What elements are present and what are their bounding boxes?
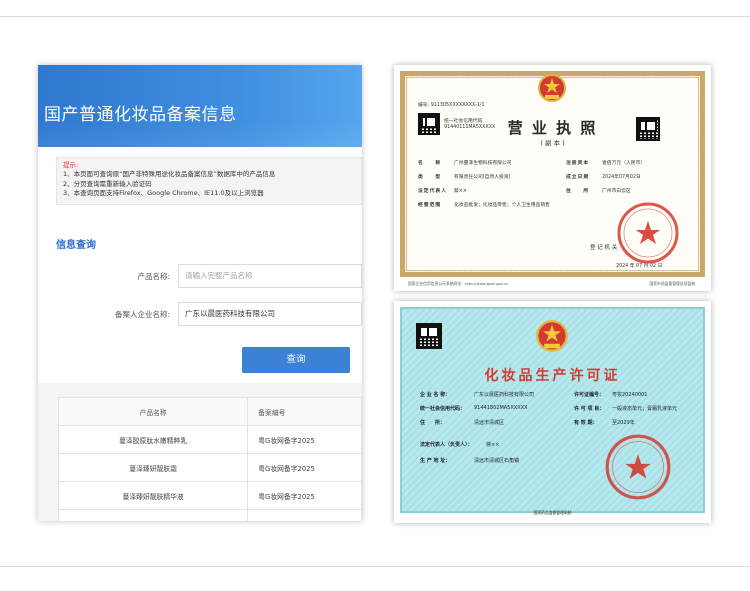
page-banner: 国产普通化妆品备案信息 (38, 65, 362, 147)
cos-row-value: 清远市清城区 (474, 420, 505, 426)
results-area: 产品名称 备案编号 蔓泽胶原肽水嫩精粹乳 粤G妆网备字2025 蔓泽臻妍靓肤霜 … (38, 383, 362, 521)
capital-label: 注册资本 (566, 161, 590, 166)
table-row (57, 509, 362, 521)
cos-row-label: 统一社会信用代码： (420, 406, 466, 412)
license-number-label: 许可证编号： (574, 392, 605, 398)
license-items-label: 许 可 项 目： (574, 406, 605, 412)
tip-item: 3、本查询页面支持Firefox、Google Chrome、IE11.0及以上… (63, 189, 264, 198)
tips-label: 提示: (63, 161, 79, 169)
legal-rep-label: 法定代表人 (418, 189, 447, 194)
product-name-label: 产品名称: (137, 272, 170, 281)
results-table: 产品名称 备案编号 蔓泽胶原肽水嫩精粹乳 粤G妆网备字2025 蔓泽臻妍靓肤霜 … (57, 397, 362, 521)
license-items-value: 一般液态单元；膏霜乳液单元 (612, 406, 678, 412)
table-row[interactable]: 蔓泽臻妍靓肤霜 粤G妆网备字2025 (57, 453, 362, 482)
name-value: 广州蔓泽生物科技有限公司 (454, 161, 512, 166)
cos-row-value: 徐×× (486, 442, 500, 448)
capital-value: 壹佰万元（人民币） (602, 161, 646, 166)
cos-row-label: 生 产 地 址： (420, 458, 451, 464)
table-row[interactable]: 蔓泽臻妍靓肤精华液 粤G妆网备字2025 (57, 481, 362, 510)
license-title: 营 业 执 照 (507, 119, 598, 137)
cell-product-name: 蔓泽胶原肽水嫩精粹乳 (57, 425, 249, 454)
address-label: 住 所 (566, 189, 590, 194)
address-value: 广州市白云区 (602, 189, 631, 194)
page: 国产普通化妆品备案信息 提示: 1、本页面可查询原“国产非特殊用途化妆品备案信息… (0, 0, 750, 591)
tip-item: 1、本页面可查询原“国产非特殊用途化妆品备案信息”数据库中的产品信息 (63, 170, 276, 178)
bottom-divider (0, 566, 750, 567)
record-search-screenshot: 国产普通化妆品备案信息 提示: 1、本页面可查询原“国产非特殊用途化妆品备案信息… (38, 65, 362, 521)
cos-row-value: 广东以晨医药科技有限公司 (474, 392, 535, 398)
cell-record-no: 粤G妆网备字2025 (247, 481, 362, 510)
column-header-product: 产品名称 (57, 397, 249, 426)
tips-box: 提示: 1、本页面可查询原“国产非特殊用途化妆品备案信息”数据库中的产品信息 2… (56, 157, 362, 205)
query-button[interactable]: 查询 (242, 347, 350, 373)
cos-row-label: 企 业 名 称： (420, 392, 451, 398)
valid-value: 至2029年 (612, 420, 635, 426)
page-title: 国产普通化妆品备案信息 (44, 105, 237, 125)
cosmetic-license-title: 化妆品生产许可证 (484, 368, 621, 384)
license-subtitle: ( 副 本 ) (540, 139, 565, 147)
empty-cell (57, 509, 249, 521)
section-title: 信息查询 (56, 240, 96, 251)
cos-row-value: 清远市清城区石角镇 (474, 458, 520, 464)
name-label: 名 称 (418, 161, 442, 166)
authority-label: 登 记 机 关 (590, 245, 618, 251)
table-row[interactable]: 蔓泽胶原肽水嫩精粹乳 粤G妆网备字2025 (57, 425, 362, 454)
legal-rep-value: 蔡×× (454, 189, 467, 194)
date-label: 成立日期 (566, 175, 590, 180)
cell-record-no: 粤G妆网备字2025 (247, 425, 362, 454)
cos-row-value: 91441802MA5XXXXX (474, 405, 528, 411)
cell-product-name: 蔓泽臻妍靓肤霜 (57, 453, 249, 482)
qr-code-icon (416, 323, 442, 349)
license-serial: 编号: 911305XXXXXXXX-1/1 (418, 103, 485, 108)
tip-item: 2、分页查询需重新输入验证码 (63, 179, 152, 188)
table-header-row: 产品名称 备案编号 (57, 397, 362, 426)
column-header-record-no: 备案编号 (247, 397, 362, 426)
company-name-label: 备案人企业名称: (114, 310, 170, 319)
national-emblem-icon (538, 74, 566, 102)
official-seal-icon (617, 202, 679, 264)
empty-cell (247, 509, 362, 521)
top-divider (0, 16, 750, 17)
cosmetic-license-image: 化妆品生产许可证 企 业 名 称： 广东以晨医药科技有限公司 统一社会信用代码：… (394, 301, 711, 523)
cell-record-no: 粤G妆网备字2025 (247, 453, 362, 482)
issue-date: 2024 年 07 月 02 日 (616, 264, 663, 269)
business-license-image: 编号: 911305XXXXXXXX-1/1 统一社会信用代码 91440111… (394, 65, 711, 291)
license-number-value: 粤妆20240001 (612, 392, 648, 398)
cosmetic-license-footer: 国家药品监督管理局制 (533, 510, 572, 515)
cos-row-label: 法定代表人（负责人）： (420, 442, 473, 448)
official-seal-icon (605, 434, 671, 500)
date-value: 2024年07月02日 (602, 175, 641, 180)
national-emblem-icon (536, 320, 568, 352)
company-name-input[interactable]: 广东以晨医药科技有限公司 (178, 302, 362, 326)
type-value: 有限责任公司(自然人投资) (454, 175, 511, 180)
scope-label: 经营范围 (418, 203, 442, 208)
cos-row-label: 住 所： (420, 420, 446, 426)
product-name-input[interactable]: 请输入完整产品名称 (178, 264, 362, 288)
valid-label: 有 效 期： (574, 420, 598, 426)
scope-value: 化妆品批发；化妆品零售；个人卫生用品销售 (454, 203, 550, 208)
cell-product-name: 蔓泽臻妍靓肤精华液 (57, 481, 249, 510)
license-footer-left: 国家企业信用信息公示系统网址：http://www.gsxt.gov.cn (408, 281, 509, 286)
type-label: 类 型 (418, 175, 442, 180)
license-footer-right: 国家市场监督管理总局监制 (649, 281, 695, 286)
